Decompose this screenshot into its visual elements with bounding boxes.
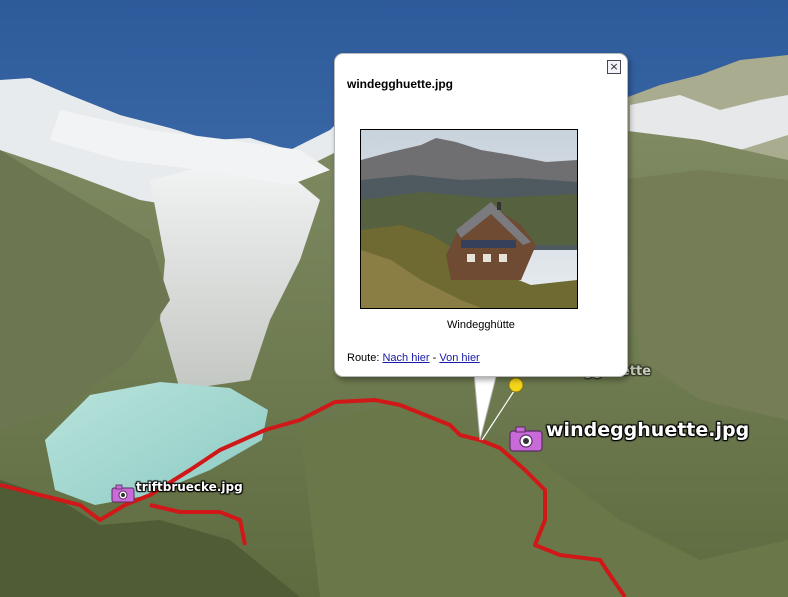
camera-icon[interactable] [509,426,543,452]
close-icon[interactable]: × [607,60,621,74]
camera-icon[interactable] [111,484,135,503]
balloon-title: windegghuette.jpg [347,77,453,91]
placemark-label-windegghuette[interactable]: windegghuette.jpg [546,419,749,441]
yellow-pushpin-icon[interactable] [508,377,524,393]
route-separator: - [432,352,437,364]
route-to-here-link[interactable]: Nach hier [382,352,429,364]
photo-caption: Windegghütte [447,319,515,331]
placemark-label-triftbruecke[interactable]: triftbruecke.jpg [136,480,243,494]
route-links: Route: Nach hier - Von hier [347,352,480,364]
route-label: Route: [347,352,380,364]
info-balloon: windegghuette.jpg × Windegghütte Route: … [334,53,628,377]
route-from-here-link[interactable]: Von hier [439,352,479,364]
hut-photo [360,129,578,309]
